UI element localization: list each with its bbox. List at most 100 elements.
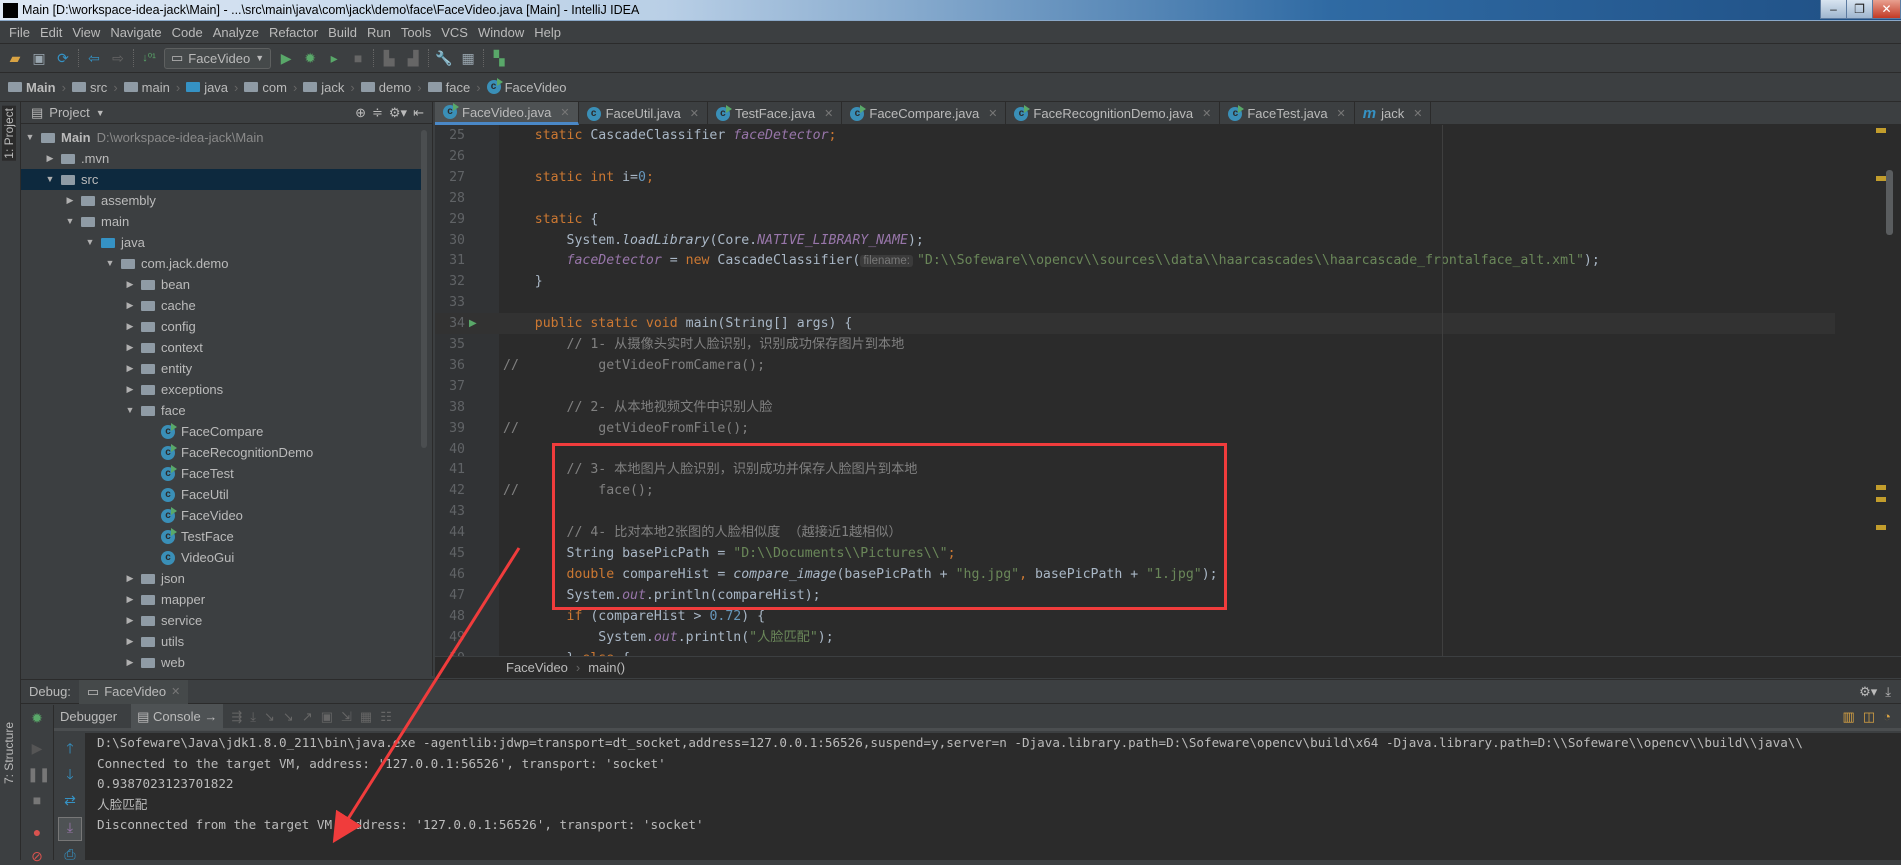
menu-run[interactable]: Run xyxy=(362,25,396,40)
warning-marker[interactable] xyxy=(1876,525,1886,530)
inspect-icon[interactable]: ◫ xyxy=(1863,709,1875,725)
expanded-arrow-icon[interactable]: ▼ xyxy=(45,169,55,190)
tab-facetest-java[interactable]: c FaceTest.java ✕ xyxy=(1220,102,1355,125)
menu-tools[interactable]: Tools xyxy=(396,25,436,40)
tree-item-bean[interactable]: ▶ bean xyxy=(21,274,426,295)
warning-marker[interactable] xyxy=(1876,176,1886,181)
restore-layout-icon[interactable]: ▥ xyxy=(1843,709,1855,725)
crumb-method[interactable]: main() xyxy=(588,660,625,675)
breadcrumb-item[interactable]: main xyxy=(123,80,176,95)
crumb-class[interactable]: FaceVideo xyxy=(506,660,568,675)
collapsed-arrow-icon[interactable]: ▶ xyxy=(125,610,135,631)
breakpoints-icon[interactable]: ● xyxy=(27,823,47,841)
debug-session-tab[interactable]: ▭ FaceVideo ✕ xyxy=(78,679,189,704)
menu-help[interactable]: Help xyxy=(529,25,566,40)
project-scrollbar[interactable] xyxy=(421,130,427,448)
minimize-button[interactable]: – xyxy=(1820,0,1847,19)
back-icon[interactable]: ⇦ xyxy=(85,49,103,67)
menu-refactor[interactable]: Refactor xyxy=(264,25,323,40)
breadcrumb-item[interactable]: jack xyxy=(303,80,350,95)
project-structure-icon[interactable]: ▦ xyxy=(459,49,477,67)
tree-item-main[interactable]: ▼ Main D:\workspace-idea-jack\Main xyxy=(21,127,426,148)
stop-icon[interactable]: ■ xyxy=(27,791,47,809)
settings-wrench-icon[interactable]: 🔧 xyxy=(435,49,453,67)
menu-analyze[interactable]: Analyze xyxy=(208,25,264,40)
menu-view[interactable]: View xyxy=(67,25,105,40)
tree-item-java[interactable]: ▼ java xyxy=(21,232,426,253)
hide-icon[interactable]: ⤓ xyxy=(1885,684,1891,700)
tree-item-assembly[interactable]: ▶ assembly xyxy=(21,190,426,211)
collapsed-arrow-icon[interactable]: ▶ xyxy=(125,274,135,295)
expanded-arrow-icon[interactable]: ▼ xyxy=(105,253,115,274)
close-window-button[interactable]: ✕ xyxy=(1872,0,1901,19)
open-folder-icon[interactable]: ▰ xyxy=(6,49,24,67)
step-over-icon[interactable]: ⤓ xyxy=(250,709,256,725)
tree-item-facetest[interactable]: c FaceTest xyxy=(21,463,426,484)
save-icon[interactable]: ▣ xyxy=(30,49,48,67)
tree-item-videogui[interactable]: c VideoGui xyxy=(21,547,426,568)
coverage-icon[interactable]: ▸ xyxy=(325,49,343,67)
menu-navigate[interactable]: Navigate xyxy=(105,25,166,40)
collapsed-arrow-icon[interactable]: ▶ xyxy=(125,589,135,610)
step-into-icon[interactable]: ↘ xyxy=(264,709,275,725)
tree-item--mvn[interactable]: ▶ .mvn xyxy=(21,148,426,169)
warning-marker[interactable] xyxy=(1876,497,1886,502)
close-icon[interactable]: ✕ xyxy=(1202,107,1211,120)
collapsed-arrow-icon[interactable]: ▶ xyxy=(125,568,135,589)
tab-debugger[interactable]: Debugger xyxy=(54,704,123,730)
menu-build[interactable]: Build xyxy=(323,25,362,40)
warning-marker[interactable] xyxy=(1876,128,1886,133)
tree-item-facerecognitiondemo[interactable]: c FaceRecognitionDemo xyxy=(21,442,426,463)
breadcrumb-item[interactable]: java xyxy=(186,80,234,95)
show-execution-point-icon[interactable]: ⇶ xyxy=(231,709,242,725)
tree-item-entity[interactable]: ▶ entity xyxy=(21,358,426,379)
scroll-to-end-icon[interactable]: ⤓ xyxy=(58,817,82,841)
down-arrow-icon[interactable]: 🡓 xyxy=(60,765,80,783)
step-out-icon[interactable]: ↗ xyxy=(302,709,313,725)
evaluate-icon[interactable]: ▦ xyxy=(360,709,372,725)
close-icon[interactable]: ✕ xyxy=(560,106,569,119)
expanded-arrow-icon[interactable]: ▼ xyxy=(85,232,95,253)
run-config-select[interactable]: ▭ FaceVideo ▼ xyxy=(164,47,272,69)
tree-item-facevideo[interactable]: c FaceVideo xyxy=(21,505,426,526)
tab-facerecognitiondemo-java[interactable]: c FaceRecognitionDemo.java ✕ xyxy=(1006,102,1221,125)
tab-console[interactable]: ▤ Console → xyxy=(131,703,224,730)
close-icon[interactable]: ✕ xyxy=(824,107,833,120)
menu-code[interactable]: Code xyxy=(167,25,208,40)
tree-item-web[interactable]: ▶ web xyxy=(21,652,426,673)
tree-item-facecompare[interactable]: c FaceCompare xyxy=(21,421,426,442)
stop-icon[interactable]: ■ xyxy=(349,49,367,67)
collapsed-arrow-icon[interactable]: ▶ xyxy=(45,148,55,169)
resume-icon[interactable]: ▶ xyxy=(27,739,47,757)
gear-icon[interactable]: ⚙▾ xyxy=(1859,684,1877,700)
close-icon[interactable]: ✕ xyxy=(171,685,180,698)
run-to-cursor-icon[interactable]: ⇲ xyxy=(341,709,352,725)
tree-item-mapper[interactable]: ▶ mapper xyxy=(21,589,426,610)
mute-breakpoints-icon[interactable]: ⊘ xyxy=(27,847,47,865)
breadcrumb-item[interactable]: com xyxy=(244,80,293,95)
tree-item-testface[interactable]: c TestFace xyxy=(21,526,426,547)
editor-scrollbar[interactable] xyxy=(1886,170,1893,235)
tree-item-face[interactable]: ▼ face xyxy=(21,400,426,421)
menu-file[interactable]: File xyxy=(4,25,35,40)
collapsed-arrow-icon[interactable]: ▶ xyxy=(125,652,135,673)
tree-item-main[interactable]: ▼ main xyxy=(21,211,426,232)
soft-wrap-icon[interactable]: ⇄ xyxy=(60,791,80,809)
collapsed-arrow-icon[interactable]: ▶ xyxy=(125,316,135,337)
tab-jack[interactable]: m jack ✕ xyxy=(1355,102,1432,125)
force-step-into-icon[interactable]: ↘ xyxy=(283,709,294,725)
locate-icon[interactable]: ⊕ xyxy=(355,105,366,121)
up-arrow-icon[interactable]: 🡑 xyxy=(60,739,80,757)
breadcrumb-item[interactable]: face xyxy=(427,80,477,95)
gear-icon[interactable]: ⚙▾ xyxy=(389,105,407,121)
rerun-debug-icon[interactable]: ✹ xyxy=(27,709,47,727)
close-icon[interactable]: ✕ xyxy=(988,107,997,120)
hide-panel-icon[interactable]: ⇤ xyxy=(413,105,424,121)
collapsed-arrow-icon[interactable]: ▶ xyxy=(125,337,135,358)
breadcrumb-item[interactable]: demo xyxy=(360,80,418,95)
tab-testface-java[interactable]: c TestFace.java ✕ xyxy=(708,102,843,125)
structure-tool-tab[interactable]: 7: Structure xyxy=(2,722,16,784)
expanded-arrow-icon[interactable]: ▼ xyxy=(125,400,135,421)
update-icon[interactable]: ▙ xyxy=(380,49,398,67)
collapsed-arrow-icon[interactable]: ▶ xyxy=(125,379,135,400)
